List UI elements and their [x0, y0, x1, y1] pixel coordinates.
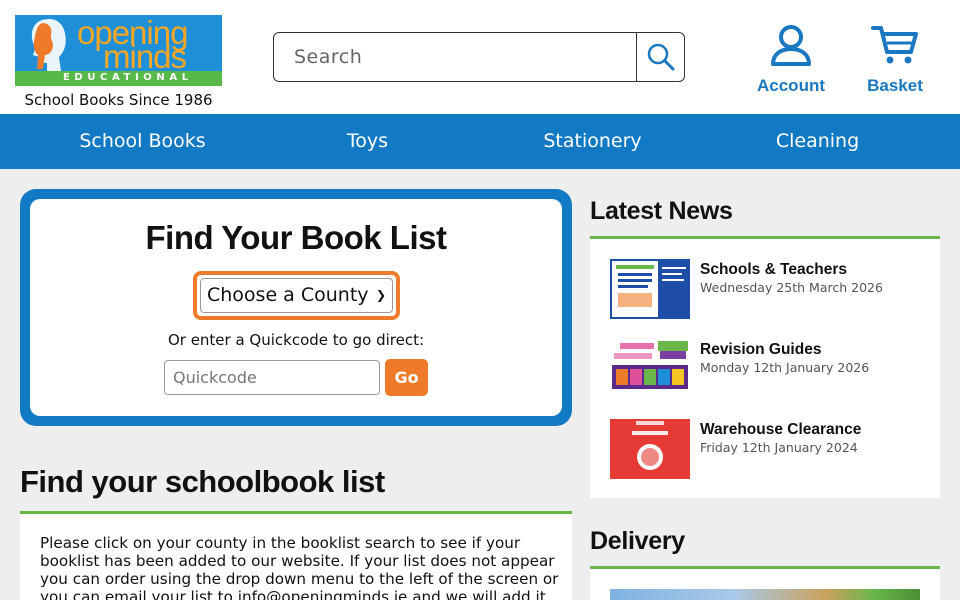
news-title: Schools & Teachers	[700, 261, 848, 278]
quickcode-input[interactable]	[164, 360, 380, 395]
news-panel: Schools & Teachers Wednesday 25th March …	[590, 236, 940, 498]
find-booklist-box: Find Your Book List Choose a County ❯ Or…	[20, 189, 572, 426]
find-booklist-inner: Find Your Book List Choose a County ❯ Or…	[30, 199, 562, 416]
logo-text-minds: minds	[103, 38, 187, 75]
search-bar	[273, 32, 685, 82]
basket-label: Basket	[867, 76, 923, 95]
account-label: Account	[757, 76, 825, 95]
county-select-highlight: Choose a County ❯	[193, 271, 400, 320]
news-item[interactable]: Warehouse Clearance Friday 12th January …	[610, 419, 930, 479]
search-icon	[647, 43, 675, 71]
news-title: Revision Guides	[700, 341, 822, 358]
account-link[interactable]: Account	[751, 24, 831, 96]
delivery-image	[610, 589, 920, 600]
delivery-panel	[590, 566, 940, 600]
main-nav: School Books Toys Stationery Cleaning	[0, 114, 960, 169]
site-header: opening minds EDUCATIONAL School Books S…	[0, 0, 960, 114]
news-thumbnail	[610, 259, 690, 319]
nav-item-cleaning[interactable]: Cleaning	[705, 114, 930, 169]
news-item[interactable]: Schools & Teachers Wednesday 25th March …	[610, 259, 930, 319]
news-date: Wednesday 25th March 2026	[700, 280, 883, 295]
search-input[interactable]	[274, 33, 635, 81]
news-date: Monday 12th January 2026	[700, 360, 870, 375]
news-thumbnail	[610, 339, 690, 399]
news-title: Warehouse Clearance	[700, 421, 862, 438]
news-thumbnail	[610, 419, 690, 479]
news-item[interactable]: Revision Guides Monday 12th January 2026	[610, 339, 930, 399]
news-date: Friday 12th January 2024	[700, 440, 858, 455]
go-button[interactable]: Go	[385, 359, 428, 396]
schoolbook-panel: Please click on your county in the bookl…	[20, 511, 572, 600]
quickcode-label: Or enter a Quickcode to go direct:	[167, 331, 425, 349]
head-silhouette-icon	[31, 19, 66, 71]
search-button[interactable]	[636, 33, 685, 81]
find-booklist-title: Find Your Book List	[145, 219, 447, 256]
schoolbook-heading: Find your schoolbook list	[20, 464, 385, 499]
cart-icon	[871, 26, 918, 64]
tagline: School Books Since 1986	[24, 91, 213, 109]
schoolbook-body: Please click on your county in the bookl…	[40, 534, 559, 600]
nav-item-stationery[interactable]: Stationery	[480, 114, 705, 169]
chevron-down-icon: ❯	[375, 288, 386, 302]
basket-link[interactable]: Basket	[855, 24, 935, 96]
opening-minds-logo[interactable]: opening minds EDUCATIONAL	[15, 15, 222, 86]
nav-item-toys[interactable]: Toys	[255, 114, 480, 169]
delivery-heading: Delivery	[590, 527, 685, 555]
news-heading: Latest News	[590, 197, 733, 225]
logo-text-educational: EDUCATIONAL	[63, 72, 193, 83]
county-select[interactable]: Choose a County ❯	[200, 278, 393, 313]
user-icon	[771, 25, 811, 66]
county-select-value: Choose a County	[207, 284, 369, 306]
nav-item-school-books[interactable]: School Books	[30, 114, 255, 169]
